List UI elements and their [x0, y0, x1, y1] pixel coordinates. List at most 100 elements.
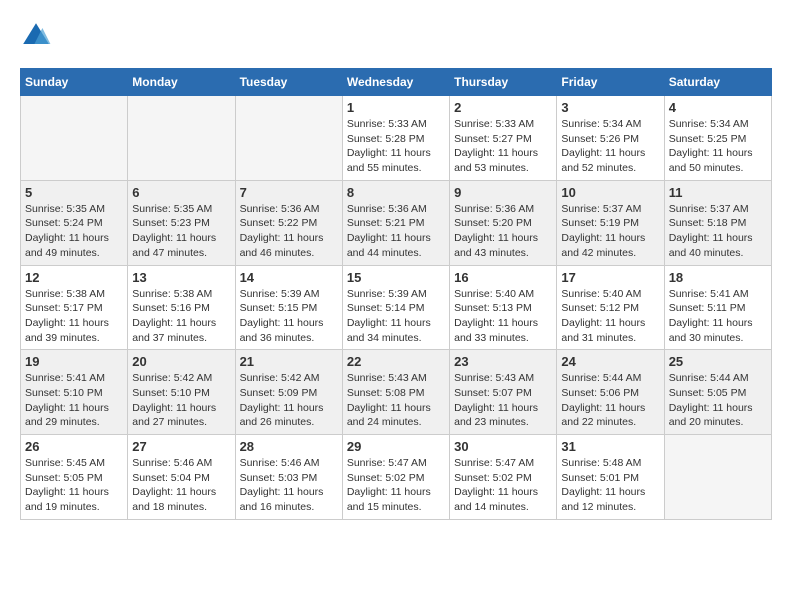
- calendar-week-row: 26Sunrise: 5:45 AM Sunset: 5:05 PM Dayli…: [21, 435, 772, 520]
- day-info: Sunrise: 5:34 AM Sunset: 5:25 PM Dayligh…: [669, 117, 767, 176]
- day-number: 19: [25, 354, 123, 369]
- calendar-cell: 7 Sunrise: 5:36 AM Sunset: 5:22 PM Daylig…: [235, 180, 342, 265]
- day-number: 7: [240, 185, 338, 200]
- day-info: Sunrise: 5:40 AM Sunset: 5:13 PM Dayligh…: [454, 287, 552, 346]
- day-info: Sunrise: 5:36 AM Sunset: 5:22 PM Dayligh…: [240, 202, 338, 261]
- calendar-cell: 29 Sunrise: 5:47 AM Sunset: 5:02 PM Dayli…: [342, 435, 449, 520]
- day-number: 8: [347, 185, 445, 200]
- day-number: 15: [347, 270, 445, 285]
- calendar-cell: [128, 96, 235, 181]
- day-info: Sunrise: 5:43 AM Sunset: 5:07 PM Dayligh…: [454, 371, 552, 430]
- calendar-cell: 23 Sunrise: 5:43 AM Sunset: 5:07 PM Dayli…: [450, 350, 557, 435]
- calendar-cell: 14 Sunrise: 5:39 AM Sunset: 5:15 PM Dayli…: [235, 265, 342, 350]
- day-info: Sunrise: 5:35 AM Sunset: 5:24 PM Dayligh…: [25, 202, 123, 261]
- calendar-week-row: 19 Sunrise: 5:41 AM Sunset: 5:10 PM Dayli…: [21, 350, 772, 435]
- day-info: Sunrise: 5:47 AM Sunset: 5:02 PM Dayligh…: [347, 456, 445, 515]
- calendar-cell: 21 Sunrise: 5:42 AM Sunset: 5:09 PM Dayli…: [235, 350, 342, 435]
- weekday-header-monday: Monday: [128, 69, 235, 96]
- day-info: Sunrise: 5:44 AM Sunset: 5:05 PM Dayligh…: [669, 371, 767, 430]
- day-number: 3: [561, 100, 659, 115]
- day-number: 27: [132, 439, 230, 454]
- day-number: 29: [347, 439, 445, 454]
- calendar-week-row: 5 Sunrise: 5:35 AM Sunset: 5:24 PM Daylig…: [21, 180, 772, 265]
- day-info: Sunrise: 5:39 AM Sunset: 5:14 PM Dayligh…: [347, 287, 445, 346]
- weekday-header-saturday: Saturday: [664, 69, 771, 96]
- day-info: Sunrise: 5:42 AM Sunset: 5:10 PM Dayligh…: [132, 371, 230, 430]
- calendar-cell: 3 Sunrise: 5:34 AM Sunset: 5:26 PM Daylig…: [557, 96, 664, 181]
- calendar-cell: 11 Sunrise: 5:37 AM Sunset: 5:18 PM Dayli…: [664, 180, 771, 265]
- day-info: Sunrise: 5:47 AM Sunset: 5:02 PM Dayligh…: [454, 456, 552, 515]
- calendar-cell: 12Sunrise: 5:38 AM Sunset: 5:17 PM Dayli…: [21, 265, 128, 350]
- logo: [20, 20, 56, 52]
- calendar-cell: 26Sunrise: 5:45 AM Sunset: 5:05 PM Dayli…: [21, 435, 128, 520]
- day-number: 22: [347, 354, 445, 369]
- calendar-cell: 30Sunrise: 5:47 AM Sunset: 5:02 PM Dayli…: [450, 435, 557, 520]
- calendar-cell: 24 Sunrise: 5:44 AM Sunset: 5:06 PM Dayli…: [557, 350, 664, 435]
- day-number: 13: [132, 270, 230, 285]
- day-info: Sunrise: 5:33 AM Sunset: 5:28 PM Dayligh…: [347, 117, 445, 176]
- day-number: 23: [454, 354, 552, 369]
- day-number: 5: [25, 185, 123, 200]
- day-info: Sunrise: 5:36 AM Sunset: 5:21 PM Dayligh…: [347, 202, 445, 261]
- day-number: 31: [561, 439, 659, 454]
- weekday-header-sunday: Sunday: [21, 69, 128, 96]
- day-number: 24: [561, 354, 659, 369]
- page-header: [20, 20, 772, 52]
- day-info: Sunrise: 5:37 AM Sunset: 5:18 PM Dayligh…: [669, 202, 767, 261]
- calendar-cell: 25Sunrise: 5:44 AM Sunset: 5:05 PM Dayli…: [664, 350, 771, 435]
- day-info: Sunrise: 5:33 AM Sunset: 5:27 PM Dayligh…: [454, 117, 552, 176]
- day-number: 6: [132, 185, 230, 200]
- day-info: Sunrise: 5:36 AM Sunset: 5:20 PM Dayligh…: [454, 202, 552, 261]
- day-number: 12: [25, 270, 123, 285]
- day-info: Sunrise: 5:41 AM Sunset: 5:11 PM Dayligh…: [669, 287, 767, 346]
- calendar-cell: 10 Sunrise: 5:37 AM Sunset: 5:19 PM Dayli…: [557, 180, 664, 265]
- calendar-cell: 9 Sunrise: 5:36 AM Sunset: 5:20 PM Daylig…: [450, 180, 557, 265]
- day-info: Sunrise: 5:42 AM Sunset: 5:09 PM Dayligh…: [240, 371, 338, 430]
- weekday-header-friday: Friday: [557, 69, 664, 96]
- calendar-cell: 31 Sunrise: 5:48 AM Sunset: 5:01 PM Dayli…: [557, 435, 664, 520]
- day-number: 28: [240, 439, 338, 454]
- day-info: Sunrise: 5:48 AM Sunset: 5:01 PM Dayligh…: [561, 456, 659, 515]
- day-info: Sunrise: 5:46 AM Sunset: 5:03 PM Dayligh…: [240, 456, 338, 515]
- calendar-cell: 28 Sunrise: 5:46 AM Sunset: 5:03 PM Dayli…: [235, 435, 342, 520]
- calendar-cell: 27 Sunrise: 5:46 AM Sunset: 5:04 PM Dayli…: [128, 435, 235, 520]
- calendar-cell: 2 Sunrise: 5:33 AM Sunset: 5:27 PM Daylig…: [450, 96, 557, 181]
- day-number: 9: [454, 185, 552, 200]
- day-number: 17: [561, 270, 659, 285]
- day-info: Sunrise: 5:44 AM Sunset: 5:06 PM Dayligh…: [561, 371, 659, 430]
- weekday-header-wednesday: Wednesday: [342, 69, 449, 96]
- calendar-cell: 6 Sunrise: 5:35 AM Sunset: 5:23 PM Daylig…: [128, 180, 235, 265]
- day-info: Sunrise: 5:46 AM Sunset: 5:04 PM Dayligh…: [132, 456, 230, 515]
- day-info: Sunrise: 5:37 AM Sunset: 5:19 PM Dayligh…: [561, 202, 659, 261]
- day-number: 11: [669, 185, 767, 200]
- weekday-header-thursday: Thursday: [450, 69, 557, 96]
- day-info: Sunrise: 5:35 AM Sunset: 5:23 PM Dayligh…: [132, 202, 230, 261]
- day-info: Sunrise: 5:45 AM Sunset: 5:05 PM Dayligh…: [25, 456, 123, 515]
- day-info: Sunrise: 5:43 AM Sunset: 5:08 PM Dayligh…: [347, 371, 445, 430]
- weekday-header-tuesday: Tuesday: [235, 69, 342, 96]
- calendar-week-row: 1Sunrise: 5:33 AM Sunset: 5:28 PM Daylig…: [21, 96, 772, 181]
- calendar-cell: 17Sunrise: 5:40 AM Sunset: 5:12 PM Dayli…: [557, 265, 664, 350]
- calendar-cell: [21, 96, 128, 181]
- day-number: 21: [240, 354, 338, 369]
- calendar-cell: 1Sunrise: 5:33 AM Sunset: 5:28 PM Daylig…: [342, 96, 449, 181]
- day-info: Sunrise: 5:38 AM Sunset: 5:16 PM Dayligh…: [132, 287, 230, 346]
- day-number: 14: [240, 270, 338, 285]
- calendar-cell: 19 Sunrise: 5:41 AM Sunset: 5:10 PM Dayli…: [21, 350, 128, 435]
- day-number: 20: [132, 354, 230, 369]
- calendar-cell: 8 Sunrise: 5:36 AM Sunset: 5:21 PM Daylig…: [342, 180, 449, 265]
- day-info: Sunrise: 5:34 AM Sunset: 5:26 PM Dayligh…: [561, 117, 659, 176]
- calendar-cell: 20 Sunrise: 5:42 AM Sunset: 5:10 PM Dayli…: [128, 350, 235, 435]
- day-number: 10: [561, 185, 659, 200]
- day-number: 4: [669, 100, 767, 115]
- calendar-cell: [235, 96, 342, 181]
- weekday-header-row: SundayMondayTuesdayWednesdayThursdayFrid…: [21, 69, 772, 96]
- day-number: 2: [454, 100, 552, 115]
- calendar-cell: 18 Sunrise: 5:41 AM Sunset: 5:11 PM Dayli…: [664, 265, 771, 350]
- day-info: Sunrise: 5:41 AM Sunset: 5:10 PM Dayligh…: [25, 371, 123, 430]
- calendar-cell: 15 Sunrise: 5:39 AM Sunset: 5:14 PM Dayli…: [342, 265, 449, 350]
- logo-icon: [20, 20, 52, 52]
- day-number: 18: [669, 270, 767, 285]
- day-info: Sunrise: 5:39 AM Sunset: 5:15 PM Dayligh…: [240, 287, 338, 346]
- calendar-cell: 13 Sunrise: 5:38 AM Sunset: 5:16 PM Dayli…: [128, 265, 235, 350]
